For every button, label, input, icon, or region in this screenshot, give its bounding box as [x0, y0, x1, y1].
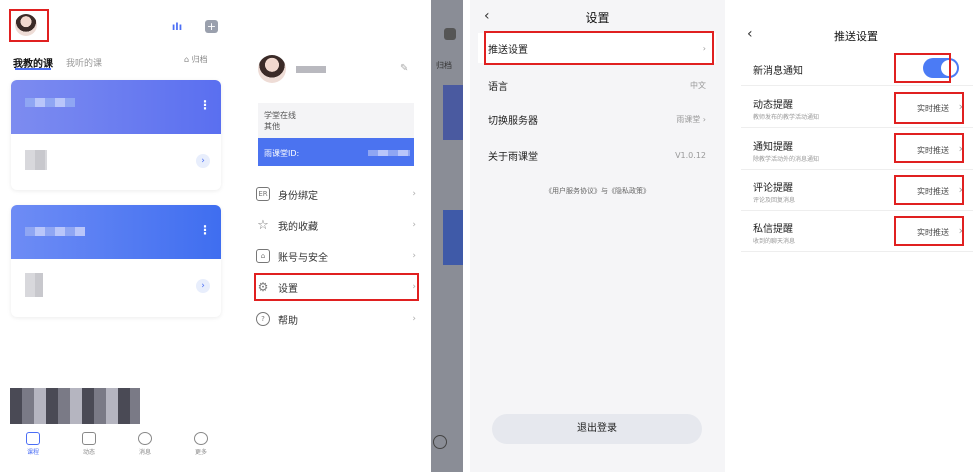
new-message-label: 新消息通知 — [753, 66, 803, 77]
push-settings-row[interactable]: 推送设置 › — [478, 33, 716, 63]
push-settings-screen: ‹ 推送设置 新消息通知 动态提醒 教师发布的教学活动通知 实时推送 › 通知提… — [733, 0, 979, 472]
nav-activity[interactable]: 动态 — [74, 432, 104, 456]
profile-drawer-screen: 归档 ✎ 学堂在线 其他 雨课堂ID: ER 身份绑定 › ☆ 我的收藏 › ⌂ 账… — [228, 0, 463, 472]
menu-identity-binding[interactable]: ER 身份绑定 › — [256, 183, 416, 205]
private-message-reminder-row[interactable]: 私信提醒 收到的聊天消息 实时推送 › — [741, 212, 973, 252]
tab-underline — [15, 68, 51, 70]
home-screen: ılı + 我教的课 我听的课 ⌂ 归档 ⋮ › ⋮ › 课程 动态 消息 更多 — [0, 0, 228, 472]
edit-icon[interactable]: ✎ — [400, 63, 408, 74]
id-label: 雨课堂ID: — [264, 149, 300, 158]
settings-screen: ‹ 设置 推送设置 › 语言 中文 切换服务器 雨课堂 › 关于雨课堂 V1.0… — [470, 0, 725, 472]
drawer-avatar[interactable] — [258, 55, 286, 83]
id-card-icon: ER — [256, 187, 270, 201]
add-icon[interactable]: + — [205, 20, 218, 33]
chevron-right-icon: › — [412, 251, 416, 261]
chevron-right-icon: › — [702, 43, 706, 53]
more-circle-icon — [194, 432, 208, 445]
username-redacted — [296, 66, 326, 73]
class-name-redacted — [25, 150, 47, 170]
about-row[interactable]: 关于雨课堂 V1.0.12 — [478, 140, 716, 170]
nav-courses[interactable]: 课程 — [18, 432, 48, 456]
dim-more-circle — [433, 435, 447, 449]
chevron-right-icon: › — [702, 114, 706, 124]
calendar-icon — [82, 432, 96, 445]
notice-reminder-row[interactable]: 通知提醒 除教学活动外的消息通知 实时推送 › — [741, 130, 973, 170]
menu-favorites[interactable]: ☆ 我的收藏 › — [256, 214, 416, 236]
dim-add-icon — [444, 28, 456, 40]
menu-help[interactable]: ? 帮助 › — [256, 308, 416, 330]
chevron-right-icon: › — [958, 224, 963, 237]
more-icon[interactable]: ⋮ — [199, 223, 211, 237]
gear-icon: ⚙ — [257, 280, 269, 294]
course-card-2[interactable]: ⋮ › — [11, 205, 221, 317]
page-title: 推送设置 — [834, 30, 878, 43]
drawer: ✎ 学堂在线 其他 雨课堂ID: ER 身份绑定 › ☆ 我的收藏 › ⌂ 账号与安… — [228, 0, 431, 472]
switch-server-row[interactable]: 切换服务器 雨课堂 › — [478, 104, 716, 134]
school-type: 其他 — [264, 122, 280, 131]
language-row[interactable]: 语言 中文 — [478, 70, 716, 100]
star-icon: ☆ — [257, 217, 269, 233]
signal-icon[interactable]: ılı — [170, 20, 184, 34]
chevron-right-icon: › — [412, 282, 416, 292]
dim-blue-card — [443, 85, 463, 140]
enter-course-icon[interactable]: › — [196, 154, 210, 168]
lock-icon: ⌂ — [256, 249, 270, 263]
toggle-knob — [941, 60, 957, 76]
chevron-right-icon: › — [958, 142, 963, 155]
chevron-right-icon: › — [958, 183, 963, 196]
course-card-header — [11, 80, 221, 134]
course-title-redacted — [25, 227, 85, 236]
chevron-right-icon: › — [412, 189, 416, 199]
courses-icon — [26, 432, 40, 445]
logout-button[interactable]: 退出登录 — [492, 414, 702, 444]
course-title-redacted — [25, 98, 75, 107]
dim-blue-card — [443, 210, 463, 265]
user-avatar[interactable] — [15, 14, 37, 36]
archive-icon: ⌂ — [184, 55, 190, 64]
more-icon[interactable]: ⋮ — [199, 98, 211, 112]
message-icon — [138, 432, 152, 445]
chevron-right-icon: › — [412, 220, 416, 230]
course-card-1[interactable]: ⋮ › — [11, 80, 221, 190]
nav-messages[interactable]: 消息 — [130, 432, 160, 456]
page-title: 设置 — [585, 11, 610, 25]
chevron-right-icon: › — [958, 100, 963, 113]
activity-reminder-row[interactable]: 动态提醒 教师发布的教学活动通知 实时推送 › — [741, 88, 973, 128]
comment-reminder-row[interactable]: 评论提醒 评论及回复消息 实时推送 › — [741, 171, 973, 211]
help-icon: ? — [256, 312, 270, 326]
id-value-redacted — [368, 150, 410, 156]
school-name: 学堂在线 — [264, 111, 296, 120]
nav-more[interactable]: 更多 — [186, 432, 216, 456]
enter-course-icon[interactable]: › — [196, 279, 210, 293]
redacted-banner — [10, 388, 140, 424]
dim-archive-label: 归档 — [436, 61, 452, 70]
archive-button[interactable]: ⌂ 归档 — [184, 54, 208, 65]
tab-my-listening[interactable]: 我听的课 — [66, 56, 102, 69]
new-message-row: 新消息通知 — [741, 50, 973, 86]
menu-account-security[interactable]: ⌂ 账号与安全 › — [256, 245, 416, 267]
new-message-toggle[interactable] — [923, 58, 959, 78]
class-name-redacted — [25, 273, 43, 297]
chevron-right-icon: › — [412, 314, 416, 324]
menu-settings[interactable]: ⚙ 设置 › — [256, 276, 416, 298]
policy-link[interactable]: 《用户服务协议》与《隐私政策》 — [470, 186, 725, 196]
